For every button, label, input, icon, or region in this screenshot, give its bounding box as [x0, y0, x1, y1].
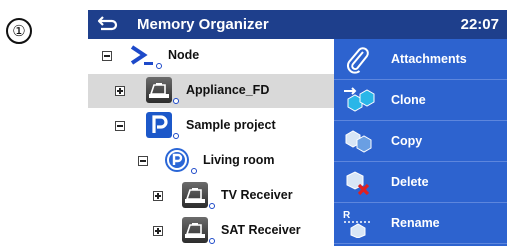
- tree-row-appliance-fd[interactable]: Appliance_FD: [88, 74, 334, 108]
- collapse-icon[interactable]: [115, 121, 125, 131]
- title-bar: Memory Organizer 22:07: [88, 10, 507, 39]
- appliance-icon: [182, 182, 215, 209]
- project-icon: [146, 112, 179, 139]
- copy-button[interactable]: Copy: [334, 121, 507, 162]
- paperclip-icon: [346, 47, 369, 74]
- tree-row-node[interactable]: Node: [88, 39, 334, 73]
- step-marker: ①: [6, 18, 32, 44]
- clock: 22:07: [460, 16, 499, 33]
- tree-row-sat-receiver[interactable]: SAT Receiver: [88, 214, 334, 246]
- collapse-icon[interactable]: [102, 51, 112, 61]
- attachments-button[interactable]: Attachments: [334, 39, 507, 80]
- tree-item-label: Node: [168, 48, 200, 62]
- node-icon: [129, 42, 162, 69]
- tree-row-tv-receiver[interactable]: TV Receiver: [88, 179, 334, 213]
- expand-icon[interactable]: [115, 86, 125, 96]
- clone-button[interactable]: Clone: [334, 80, 507, 121]
- delete-button[interactable]: Delete: [334, 162, 507, 203]
- tree-row-sample-project[interactable]: Sample project: [88, 109, 334, 143]
- delete-icon: [346, 171, 370, 196]
- memory-tree: Node Appliance_FD Sample project Living …: [88, 39, 334, 246]
- rename-icon: R: [343, 210, 372, 238]
- tree-item-label: TV Receiver: [221, 188, 293, 202]
- tree-item-label: Appliance_FD: [186, 83, 270, 97]
- attachments-label: Attachments: [391, 52, 467, 66]
- delete-label: Delete: [391, 175, 429, 189]
- appliance-icon: [146, 77, 179, 104]
- expand-icon[interactable]: [153, 191, 163, 201]
- tree-item-label: Sample project: [186, 118, 276, 132]
- clone-icon: [344, 87, 375, 112]
- rename-label: Rename: [391, 216, 440, 230]
- action-sidebar: Attachments Clone Copy Delete R Rename: [334, 39, 507, 246]
- svg-text:R: R: [343, 210, 351, 221]
- copy-label: Copy: [391, 134, 423, 148]
- tree-row-living-room[interactable]: Living room: [88, 144, 334, 178]
- instrument-screen: Memory Organizer 22:07 Node Appliance_FD…: [88, 10, 507, 246]
- appliance-icon: [182, 217, 215, 244]
- expand-icon[interactable]: [153, 226, 163, 236]
- room-icon: [164, 147, 197, 174]
- collapse-icon[interactable]: [138, 156, 148, 166]
- clone-label: Clone: [391, 93, 426, 107]
- tree-item-label: SAT Receiver: [221, 223, 301, 237]
- rename-button[interactable]: R Rename: [334, 203, 507, 244]
- tree-item-label: Living room: [203, 153, 275, 167]
- copy-icon: [345, 130, 372, 153]
- back-arrow-icon[interactable]: [97, 13, 119, 33]
- page-title: Memory Organizer: [137, 16, 269, 33]
